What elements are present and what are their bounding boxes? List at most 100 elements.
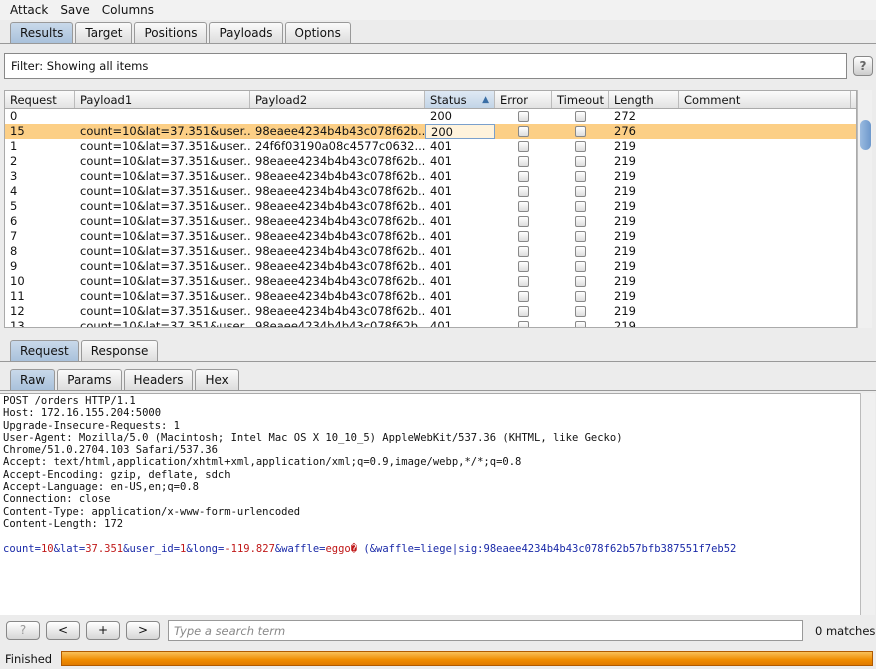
error-checkbox[interactable] bbox=[518, 291, 529, 302]
timeout-checkbox[interactable] bbox=[575, 231, 586, 242]
timeout-checkbox[interactable] bbox=[575, 291, 586, 302]
comment-cell[interactable] bbox=[679, 109, 851, 124]
table-scrollbar[interactable] bbox=[857, 90, 872, 328]
comment-cell[interactable] bbox=[679, 169, 851, 184]
help-search-button[interactable]: ? bbox=[6, 621, 40, 640]
column-header-length[interactable]: Length bbox=[609, 91, 679, 108]
previous-button[interactable]: < bbox=[46, 621, 80, 640]
tab-options[interactable]: Options bbox=[284, 22, 351, 43]
comment-cell[interactable] bbox=[679, 214, 851, 229]
comment-cell[interactable] bbox=[679, 289, 851, 304]
timeout-checkbox[interactable] bbox=[575, 276, 586, 287]
error-checkbox[interactable] bbox=[518, 201, 529, 212]
error-cell bbox=[495, 184, 552, 199]
column-header-timeout[interactable]: Timeout bbox=[552, 91, 609, 108]
column-header-payload1[interactable]: Payload1 bbox=[75, 91, 250, 108]
tab-results[interactable]: Results bbox=[10, 22, 74, 43]
comment-cell[interactable] bbox=[679, 259, 851, 274]
menu-columns[interactable]: Columns bbox=[102, 3, 154, 17]
timeout-checkbox[interactable] bbox=[575, 261, 586, 272]
error-checkbox[interactable] bbox=[518, 126, 529, 137]
search-input[interactable]: Type a search term bbox=[168, 620, 803, 641]
error-checkbox[interactable] bbox=[518, 186, 529, 197]
comment-cell[interactable] bbox=[679, 124, 851, 139]
tab-headers[interactable]: Headers bbox=[123, 369, 194, 390]
tab-hex[interactable]: Hex bbox=[195, 369, 239, 390]
error-checkbox[interactable] bbox=[518, 141, 529, 152]
add-button[interactable]: + bbox=[86, 621, 120, 640]
timeout-checkbox[interactable] bbox=[575, 171, 586, 182]
error-cell bbox=[495, 169, 552, 184]
table-row[interactable]: 15 count=10&lat=37.351&user... 98eaee4234b… bbox=[5, 124, 856, 139]
timeout-checkbox[interactable] bbox=[575, 126, 586, 137]
comment-cell[interactable] bbox=[679, 244, 851, 259]
error-checkbox[interactable] bbox=[518, 111, 529, 122]
column-header-error[interactable]: Error bbox=[495, 91, 552, 108]
error-checkbox[interactable] bbox=[518, 156, 529, 167]
table-row[interactable]: 12 count=10&lat=37.351&user... 98eaee4234b… bbox=[5, 304, 856, 319]
table-row[interactable]: 2 count=10&lat=37.351&user... 98eaee4234b4… bbox=[5, 154, 856, 169]
column-header-comment[interactable]: Comment bbox=[679, 91, 851, 108]
tab-request[interactable]: Request bbox=[10, 340, 79, 361]
table-row[interactable]: 5 count=10&lat=37.351&user... 98eaee4234b4… bbox=[5, 199, 856, 214]
comment-cell[interactable] bbox=[679, 139, 851, 154]
comment-cell[interactable] bbox=[679, 199, 851, 214]
table-row[interactable]: 6 count=10&lat=37.351&user... 98eaee4234b4… bbox=[5, 214, 856, 229]
timeout-checkbox[interactable] bbox=[575, 156, 586, 167]
comment-cell[interactable] bbox=[679, 154, 851, 169]
next-button[interactable]: > bbox=[126, 621, 160, 640]
error-checkbox[interactable] bbox=[518, 231, 529, 242]
menu-save[interactable]: Save bbox=[60, 3, 89, 17]
error-checkbox[interactable] bbox=[518, 216, 529, 227]
table-row[interactable]: 9 count=10&lat=37.351&user... 98eaee4234b4… bbox=[5, 259, 856, 274]
column-header-status[interactable]: Status ▲ bbox=[425, 91, 495, 108]
table-row[interactable]: 4 count=10&lat=37.351&user... 98eaee4234b4… bbox=[5, 184, 856, 199]
timeout-checkbox[interactable] bbox=[575, 111, 586, 122]
error-checkbox[interactable] bbox=[518, 171, 529, 182]
column-header-request[interactable]: Request bbox=[5, 91, 75, 108]
length-cell: 219 bbox=[614, 154, 636, 168]
timeout-checkbox[interactable] bbox=[575, 216, 586, 227]
timeout-checkbox[interactable] bbox=[575, 321, 586, 327]
tab-positions[interactable]: Positions bbox=[134, 22, 208, 43]
error-checkbox[interactable] bbox=[518, 246, 529, 257]
help-button[interactable]: ? bbox=[853, 56, 873, 76]
table-row[interactable]: 10 count=10&lat=37.351&user... 98eaee4234b… bbox=[5, 274, 856, 289]
table-row[interactable]: 7 count=10&lat=37.351&user... 98eaee4234b4… bbox=[5, 229, 856, 244]
timeout-checkbox[interactable] bbox=[575, 141, 586, 152]
timeout-checkbox[interactable] bbox=[575, 306, 586, 317]
table-row[interactable]: 3 count=10&lat=37.351&user... 98eaee4234b4… bbox=[5, 169, 856, 184]
column-header-payload2[interactable]: Payload2 bbox=[250, 91, 425, 108]
comment-cell[interactable] bbox=[679, 319, 851, 327]
main-tabs: Results Target Positions Payloads Options bbox=[0, 20, 876, 44]
timeout-checkbox[interactable] bbox=[575, 246, 586, 257]
comment-cell[interactable] bbox=[679, 229, 851, 244]
raw-scrollbar[interactable] bbox=[860, 393, 875, 615]
status-cell: 401 bbox=[430, 199, 452, 213]
error-checkbox[interactable] bbox=[518, 261, 529, 272]
table-row[interactable]: 1 count=10&lat=37.351&user... 24f6f03190a0… bbox=[5, 139, 856, 154]
filter-bar[interactable]: Filter: Showing all items bbox=[4, 53, 847, 79]
error-checkbox[interactable] bbox=[518, 276, 529, 287]
table-row[interactable]: 13 count=10&lat=37.351&user... 98eaee4234b… bbox=[5, 319, 856, 327]
raw-request-editor[interactable]: POST /orders HTTP/1.1 Host: 172.16.155.20… bbox=[0, 393, 860, 615]
comment-cell[interactable] bbox=[679, 274, 851, 289]
payload1-cell: count=10&lat=37.351&user... bbox=[80, 289, 250, 303]
menu-attack[interactable]: Attack bbox=[10, 3, 48, 17]
comment-cell[interactable] bbox=[679, 304, 851, 319]
error-checkbox[interactable] bbox=[518, 321, 529, 327]
tab-target[interactable]: Target bbox=[75, 22, 133, 43]
timeout-checkbox[interactable] bbox=[575, 186, 586, 197]
error-checkbox[interactable] bbox=[518, 306, 529, 317]
tab-response[interactable]: Response bbox=[80, 340, 159, 361]
tab-raw[interactable]: Raw bbox=[10, 369, 56, 390]
table-row[interactable]: 8 count=10&lat=37.351&user... 98eaee4234b4… bbox=[5, 244, 856, 259]
request-header-line: Content-Length: 172 bbox=[3, 517, 124, 530]
tab-payloads[interactable]: Payloads bbox=[209, 22, 283, 43]
timeout-checkbox[interactable] bbox=[575, 201, 586, 212]
comment-cell[interactable] bbox=[679, 184, 851, 199]
tab-params[interactable]: Params bbox=[57, 369, 122, 390]
table-row[interactable]: 11 count=10&lat=37.351&user... 98eaee4234b… bbox=[5, 289, 856, 304]
status-cell: 401 bbox=[430, 289, 452, 303]
table-row[interactable]: 0 200 272 bbox=[5, 109, 856, 124]
